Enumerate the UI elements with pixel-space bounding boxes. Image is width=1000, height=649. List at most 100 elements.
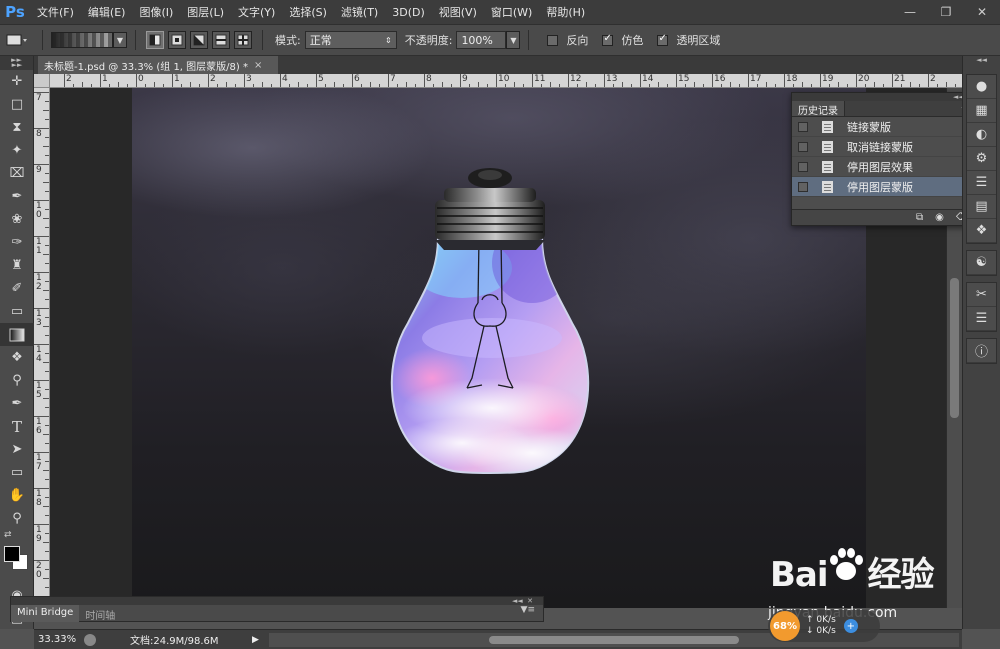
rectangle-tool-icon[interactable]: ▭ (0, 461, 34, 484)
dither-checkbox[interactable] (602, 33, 614, 46)
ruler-label: 10 (498, 74, 510, 84)
color-panel-icon[interactable]: ● (967, 75, 996, 99)
magic-wand-tool-icon[interactable]: ✦ (0, 139, 34, 162)
ruler-origin[interactable] (34, 74, 50, 88)
clone-stamp-tool-icon[interactable]: ♜ (0, 254, 34, 277)
status-info-icon[interactable] (84, 633, 96, 646)
linear-gradient-button[interactable] (146, 31, 164, 49)
status-menu-arrow-icon[interactable]: ▶ (252, 635, 259, 645)
history-item[interactable]: 停用图层效果 (792, 157, 965, 177)
foreground-color-swatch[interactable] (4, 546, 20, 562)
marquee-tool-icon[interactable]: □ (0, 93, 34, 116)
history-item-label: 停用图层效果 (847, 160, 913, 174)
tabs-collapse-icon[interactable]: ►► (2, 56, 32, 74)
styles-panel-icon[interactable]: ⚙ (967, 147, 996, 171)
ruler-label: 9 (462, 74, 468, 84)
history-item[interactable]: 链接蒙版 (792, 117, 965, 137)
opacity-slider-chevron-down-icon[interactable]: ▼ (506, 31, 521, 49)
menu-layer[interactable]: 图层(L) (180, 0, 231, 24)
menu-type[interactable]: 文字(Y) (231, 0, 282, 24)
dodge-tool-icon[interactable]: ⚲ (0, 369, 34, 392)
menu-image[interactable]: 图像(I) (132, 0, 180, 24)
tool-preset-picker[interactable] (0, 28, 34, 52)
panel-collapse-icon[interactable]: ◄◄ ✕ (11, 597, 543, 605)
ruler-label: 6 (354, 74, 360, 84)
transparency-checkbox[interactable] (657, 33, 669, 46)
blend-mode-select[interactable]: 正常 ⇕ (304, 31, 397, 49)
radial-gradient-button[interactable] (168, 31, 186, 49)
plus-icon[interactable]: + (843, 619, 858, 633)
history-item-checkbox[interactable] (798, 121, 808, 132)
ruler-label: 21 (894, 74, 906, 84)
menu-window[interactable]: 窗口(W) (484, 0, 539, 24)
eyedropper-tool-icon[interactable]: ✒ (0, 185, 34, 208)
reverse-checkbox[interactable] (547, 34, 559, 46)
adjustments-panel-icon[interactable]: ◐ (967, 123, 996, 147)
menu-file[interactable]: 文件(F) (30, 0, 81, 24)
opacity-input[interactable]: 100% (456, 31, 507, 49)
minimize-icon[interactable]: — (892, 0, 928, 24)
healing-brush-tool-icon[interactable]: ❀ (0, 208, 34, 231)
path-selection-tool-icon[interactable]: ➤ (0, 438, 34, 461)
history-tab[interactable]: 历史记录 (792, 101, 845, 117)
tool-presets-icon[interactable]: ✂ (967, 283, 996, 307)
tab-mini-bridge[interactable]: Mini Bridge (11, 605, 80, 622)
panel-collapse-icon[interactable]: ◄◄ ✕ (792, 93, 980, 101)
history-item[interactable]: 取消链接蒙版 (792, 137, 965, 157)
history-item-checkbox[interactable] (798, 161, 808, 172)
panel-menu-icon[interactable]: ▼≡ (521, 605, 543, 622)
properties-panel-icon[interactable]: ☰ (967, 307, 996, 331)
brush-tool-icon[interactable]: ✑ (0, 231, 34, 254)
ruler-label: 13 (36, 309, 42, 328)
menu-filter[interactable]: 滤镜(T) (334, 0, 385, 24)
ruler-label: 1 (174, 74, 180, 84)
gradient-tool-icon[interactable] (0, 323, 34, 346)
ruler-tick (136, 74, 137, 87)
channels-panel-icon[interactable]: ▤ (967, 195, 996, 219)
gradient-editor-swatch[interactable] (51, 32, 113, 48)
document-image[interactable] (132, 88, 866, 608)
document-tab[interactable]: 未标题-1.psd @ 33.3% (组 1, 图层蒙版/8) * × (38, 56, 278, 74)
angle-gradient-button[interactable] (190, 31, 208, 49)
info-panel-icon[interactable]: ⓘ (967, 339, 996, 363)
gradient-picker-chevron-down-icon[interactable]: ▼ (113, 32, 127, 48)
pen-tool-icon[interactable]: ✒ (0, 392, 34, 415)
type-tool-icon[interactable]: T (0, 415, 34, 438)
reflected-gradient-button[interactable] (212, 31, 230, 49)
new-document-from-state-icon[interactable]: ⧉ (916, 212, 923, 223)
dock-collapse-icon[interactable]: ◄◄ (963, 56, 1000, 68)
history-item-selected[interactable]: 停用图层蒙版 (792, 177, 965, 197)
history-item-checkbox[interactable] (798, 181, 808, 192)
close-window-icon[interactable]: ✕ (964, 0, 1000, 24)
hand-tool-icon[interactable]: ✋ (0, 484, 34, 507)
history-panel-icon[interactable]: ☯ (967, 251, 996, 275)
network-speed-badge[interactable]: 68% ↑ 0K/s ↓ 0K/s + (768, 610, 880, 642)
layers-panel-icon[interactable]: ☰ (967, 171, 996, 195)
crop-tool-icon[interactable]: ⌧ (0, 162, 34, 185)
vertical-scroll-thumb[interactable] (950, 278, 959, 418)
tab-timeline[interactable]: 时间轴 (79, 605, 121, 622)
horizontal-scroll-thumb[interactable] (488, 635, 739, 644)
diamond-gradient-button[interactable] (234, 31, 252, 49)
ruler-tick (820, 74, 821, 87)
close-tab-icon[interactable]: × (254, 60, 262, 71)
divider (528, 30, 530, 50)
ruler-minor-tick (43, 398, 49, 399)
menu-edit[interactable]: 编辑(E) (81, 0, 133, 24)
menu-view[interactable]: 视图(V) (432, 0, 484, 24)
swatches-panel-icon[interactable]: ▦ (967, 99, 996, 123)
history-brush-tool-icon[interactable]: ✐ (0, 277, 34, 300)
menu-help[interactable]: 帮助(H) (539, 0, 592, 24)
paths-panel-icon[interactable]: ❖ (967, 219, 996, 243)
zoom-tool-icon[interactable]: ⚲ (0, 507, 34, 530)
menu-select[interactable]: 选择(S) (282, 0, 334, 24)
menu-3d[interactable]: 3D(D) (385, 0, 432, 24)
zoom-level[interactable]: 33.33% (34, 634, 80, 645)
blur-tool-icon[interactable]: ❖ (0, 346, 34, 369)
swap-colors-icon[interactable]: ⇄ (0, 530, 33, 544)
lasso-tool-icon[interactable]: ⧗ (0, 116, 34, 139)
restore-icon[interactable]: ❐ (928, 0, 964, 24)
eraser-tool-icon[interactable]: ▭ (0, 300, 34, 323)
history-item-checkbox[interactable] (798, 141, 808, 152)
camera-icon[interactable]: ◉ (935, 212, 944, 223)
